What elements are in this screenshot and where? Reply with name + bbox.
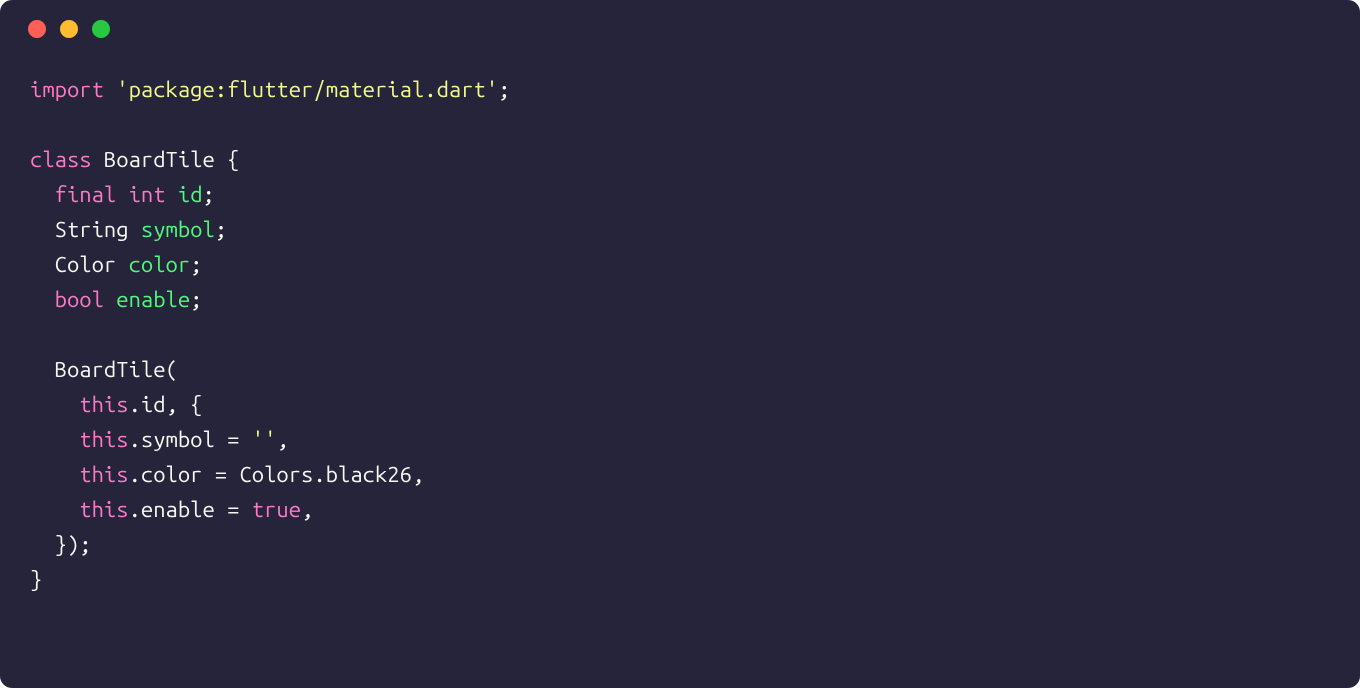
code-token: bool <box>55 287 104 312</box>
code-token: ; <box>498 77 510 102</box>
code-token: .symbol = <box>129 427 252 452</box>
code-token <box>30 392 79 417</box>
code-token: ; <box>203 182 215 207</box>
code-token: String <box>30 217 141 242</box>
code-token: '' <box>252 427 277 452</box>
code-line: } <box>30 567 42 592</box>
code-token <box>116 182 128 207</box>
code-token: this <box>79 462 128 487</box>
code-line: String symbol; <box>30 217 227 242</box>
code-token: } <box>30 567 42 592</box>
code-token <box>30 287 55 312</box>
code-token <box>30 182 55 207</box>
code-token: ; <box>190 252 202 277</box>
minimize-icon[interactable] <box>60 20 78 38</box>
code-line: BoardTile( <box>30 357 178 382</box>
code-line: class BoardTile { <box>30 147 239 172</box>
code-token: final <box>55 182 117 207</box>
code-editor[interactable]: import 'package:flutter/material.dart'; … <box>0 38 1360 627</box>
code-token: int <box>129 182 166 207</box>
code-window: import 'package:flutter/material.dart'; … <box>0 0 1360 688</box>
code-token: ; <box>215 217 227 242</box>
code-token: true <box>252 497 301 522</box>
code-token: }); <box>30 532 92 557</box>
code-line: import 'package:flutter/material.dart'; <box>30 77 511 102</box>
code-token <box>30 462 79 487</box>
code-token: enable <box>116 287 190 312</box>
code-token: import <box>30 77 104 102</box>
code-token: , <box>301 497 313 522</box>
code-token <box>166 182 178 207</box>
code-token <box>104 287 116 312</box>
code-token <box>30 497 79 522</box>
code-line: this.color = Colors.black26, <box>30 462 424 487</box>
code-token: .enable = <box>129 497 252 522</box>
code-token: class <box>30 147 92 172</box>
code-token <box>30 427 79 452</box>
code-token: this <box>79 427 128 452</box>
code-token: this <box>79 497 128 522</box>
code-token: .id, { <box>129 392 203 417</box>
window-titlebar <box>0 0 1360 38</box>
code-line: }); <box>30 532 92 557</box>
code-token <box>104 77 116 102</box>
code-line: this.enable = true, <box>30 497 313 522</box>
code-line: bool enable; <box>30 287 203 312</box>
code-token: 'package:flutter/material.dart' <box>116 77 498 102</box>
zoom-icon[interactable] <box>92 20 110 38</box>
code-token: ; <box>190 287 202 312</box>
code-line: final int id; <box>30 182 215 207</box>
code-token: Color <box>30 252 129 277</box>
code-token: .color = Colors.black26, <box>129 462 425 487</box>
code-line: this.id, { <box>30 392 202 417</box>
code-line: this.symbol = '', <box>30 427 289 452</box>
close-icon[interactable] <box>28 20 46 38</box>
code-token: , <box>276 427 288 452</box>
code-line: Color color; <box>30 252 203 277</box>
code-token: color <box>129 252 191 277</box>
code-token: id <box>178 182 203 207</box>
code-token: symbol <box>141 217 215 242</box>
code-token: this <box>79 392 128 417</box>
code-token: BoardTile { <box>92 147 240 172</box>
code-token: BoardTile( <box>30 357 178 382</box>
